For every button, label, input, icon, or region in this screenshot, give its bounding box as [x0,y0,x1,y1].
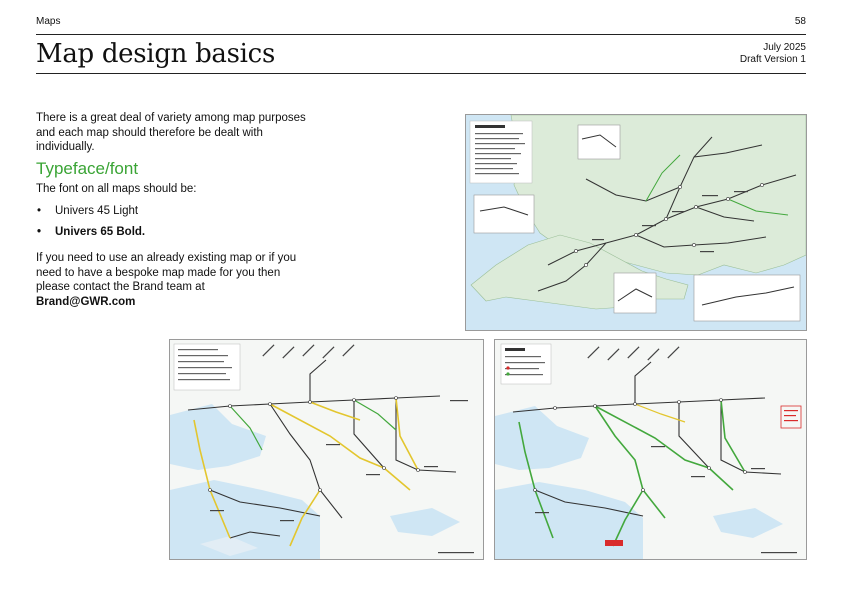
header-rule-top [36,34,806,35]
font-intro: The font on all maps should be: [36,182,197,195]
intro-paragraph: There is a great deal of variety among m… [36,112,306,153]
text-column: There is a great deal of variety among m… [36,111,311,309]
section-label: Maps [36,16,61,27]
page-title: Map design basics [36,39,275,69]
typeface-subheading: Typeface/font [36,158,139,178]
font-list: Univers 45 Light Univers 65 Bold. [36,204,311,239]
contact-paragraph: If you need to use an already existing m… [36,251,311,309]
schematic-map-green-graphic [495,340,806,559]
schematic-network-map-green [494,339,807,560]
contact-text: If you need to use an already existing m… [36,252,297,293]
font-item-light: Univers 45 Light [36,204,311,219]
geographic-map-graphic [466,115,806,330]
geographic-network-map [465,114,807,331]
document-date: July 2025 [763,42,806,53]
document-meta: July 2025 Draft Version 1 [740,42,806,66]
header-rule-bottom [36,73,806,74]
schematic-network-map-yellow [169,339,484,560]
font-item-bold: Univers 65 Bold. [36,225,311,240]
page-number: 58 [794,16,806,27]
contact-email: Brand@GWR.com [36,295,136,308]
schematic-map-yellow-graphic [170,340,483,559]
document-version: Draft Version 1 [739,54,806,65]
